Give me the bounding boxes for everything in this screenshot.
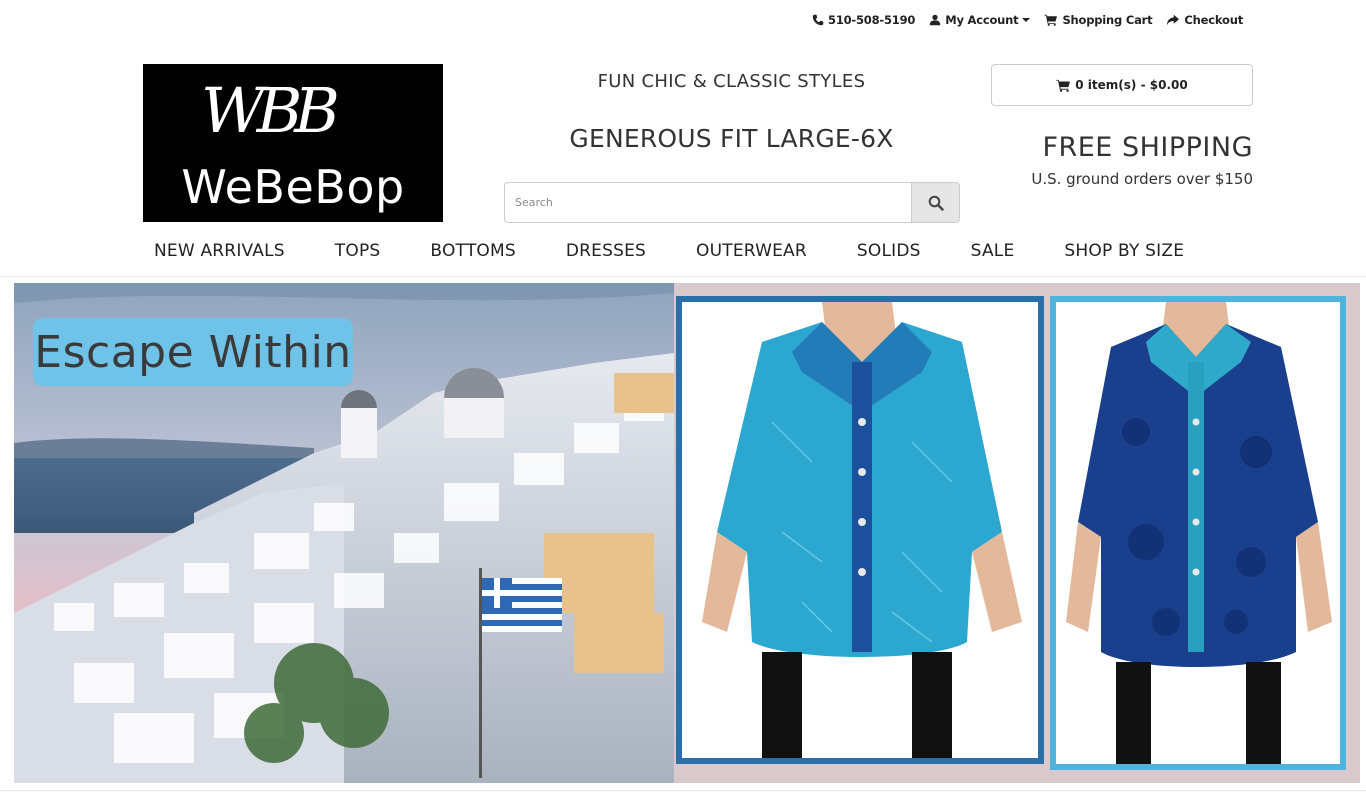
tagline-styles: FUN CHIC & CLASSIC STYLES (597, 71, 866, 92)
main-navigation: NEW ARRIVALS TOPS BOTTOMS DRESSES OUTERW… (129, 233, 1209, 269)
phone-number: 510-508-5190 (828, 13, 916, 27)
turquoise-blouse-image (682, 302, 1038, 758)
checkout-link[interactable]: Checkout (1166, 13, 1243, 27)
cart-summary-label: 0 item(s) - $0.00 (1075, 78, 1188, 92)
product-photo-blue-top[interactable] (1050, 296, 1346, 770)
banner-bottom-divider (0, 790, 1366, 791)
nav-solids[interactable]: SOLIDS (832, 233, 946, 269)
my-account-dropdown[interactable]: My Account (929, 13, 1031, 27)
blue-blouse-image (1056, 302, 1340, 764)
search-bar (504, 182, 960, 223)
logo-monogram: WBB (201, 74, 340, 147)
nav-divider (0, 276, 1366, 277)
shopping-cart-link[interactable]: Shopping Cart (1044, 13, 1153, 27)
top-utility-bar: 510-508-5190 My Account Shopping Cart Ch… (812, 8, 1243, 32)
search-icon (928, 195, 944, 211)
product-photo-turquoise-top[interactable] (676, 296, 1044, 764)
nav-bottoms[interactable]: BOTTOMS (405, 233, 540, 269)
my-account-label: My Account (945, 13, 1019, 27)
cart-icon (1044, 14, 1058, 26)
free-shipping-title: FREE SHIPPING (1042, 132, 1253, 163)
hero-banner[interactable]: Escape Within (14, 283, 1360, 783)
nav-dresses[interactable]: DRESSES (541, 233, 671, 269)
checkout-label: Checkout (1184, 13, 1243, 27)
user-icon (929, 14, 941, 26)
nav-outerwear[interactable]: OUTERWEAR (671, 233, 832, 269)
logo-brand-name: WeBeBop (181, 160, 405, 214)
search-button[interactable] (911, 182, 960, 223)
phone-link[interactable]: 510-508-5190 (812, 13, 915, 27)
cart-icon (1056, 79, 1071, 92)
cart-summary-button[interactable]: 0 item(s) - $0.00 (991, 64, 1253, 106)
share-arrow-icon (1167, 14, 1180, 26)
nav-tops[interactable]: TOPS (310, 233, 406, 269)
webebop-logo[interactable]: WBB WeBeBop (143, 64, 443, 222)
free-shipping-subtitle: U.S. ground orders over $150 (1031, 170, 1253, 188)
nav-new-arrivals[interactable]: NEW ARRIVALS (129, 233, 310, 269)
search-input[interactable] (504, 182, 911, 223)
shopping-cart-label: Shopping Cart (1062, 13, 1153, 27)
phone-icon (812, 14, 824, 26)
escape-within-headline: Escape Within (33, 318, 353, 386)
caret-down-icon (1022, 18, 1031, 22)
tagline-fit: GENEROUS FIT LARGE-6X (569, 124, 894, 153)
nav-shop-by-size[interactable]: SHOP BY SIZE (1039, 233, 1209, 269)
nav-sale[interactable]: SALE (946, 233, 1040, 269)
